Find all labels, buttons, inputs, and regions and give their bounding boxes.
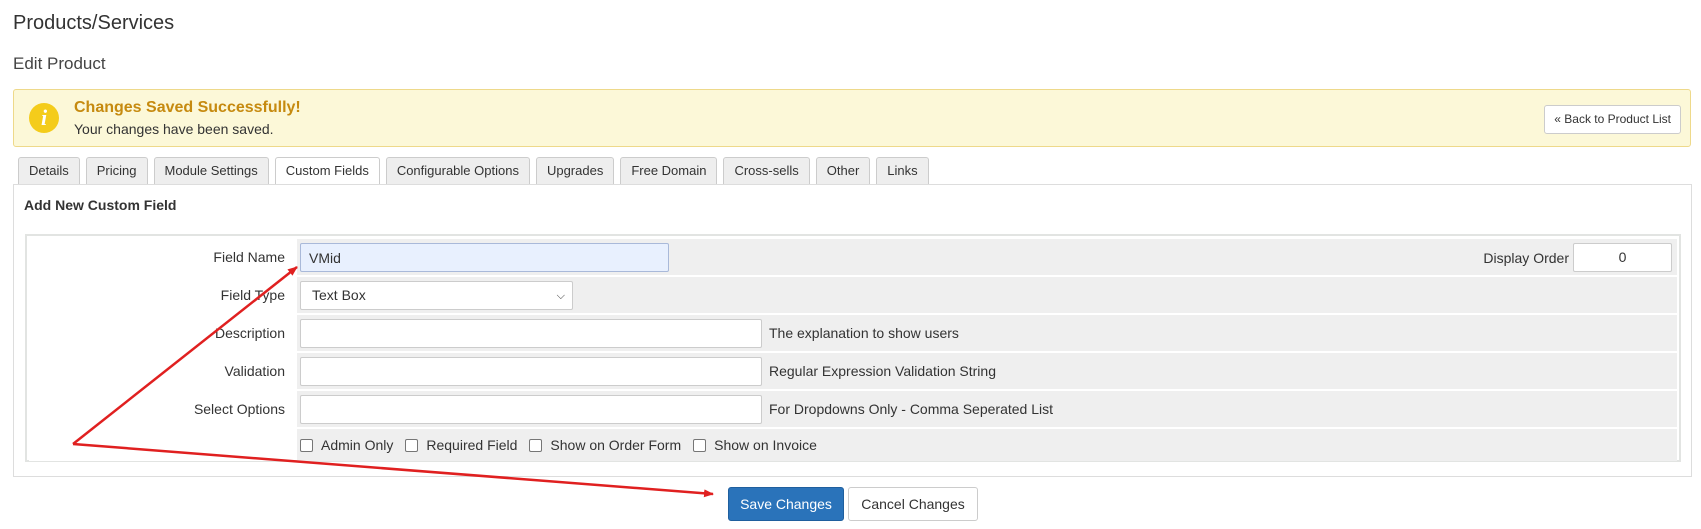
save-changes-button[interactable]: Save Changes <box>728 487 844 521</box>
tab-details[interactable]: Details <box>18 157 80 185</box>
cancel-changes-button[interactable]: Cancel Changes <box>848 487 978 521</box>
tab-pricing[interactable]: Pricing <box>85 157 148 185</box>
tab-other[interactable]: Other <box>815 157 871 185</box>
tab-upgrades[interactable]: Upgrades <box>535 157 615 185</box>
chevron-down-icon: ⌵ <box>556 290 565 302</box>
custom-field-form: Field Name Display Order 0 Field Type Te… <box>25 234 1681 462</box>
checkbox-icon[interactable] <box>693 438 707 452</box>
description-input[interactable] <box>300 319 762 348</box>
custom-fields-panel: Add New Custom Field Field Name Display … <box>13 184 1692 477</box>
alert-title: Changes Saved Successfully! <box>74 99 301 116</box>
show-on-order-form-checkbox[interactable]: Show on Order Form <box>529 437 681 453</box>
alert-message: Your changes have been saved. <box>74 121 274 137</box>
tab-custom-fields[interactable]: Custom Fields <box>274 157 380 186</box>
validation-input[interactable] <box>300 357 762 386</box>
required-field-label: Required Field <box>426 437 518 453</box>
validation-label: Validation <box>29 353 295 389</box>
tab-module-settings[interactable]: Module Settings <box>153 157 269 185</box>
info-icon: i <box>29 103 59 133</box>
show-on-order-form-label: Show on Order Form <box>550 437 682 453</box>
field-name-row: Field Name Display Order 0 <box>29 239 1677 275</box>
back-to-product-list-button[interactable]: « Back to Product List <box>1544 105 1681 134</box>
success-alert: i Changes Saved Successfully! Your chang… <box>13 89 1691 147</box>
section-title: Add New Custom Field <box>24 197 177 213</box>
description-row: Description The explanation to show user… <box>29 315 1677 351</box>
required-field-checkbox[interactable]: Required Field <box>405 437 517 453</box>
admin-only-checkbox[interactable]: Admin Only <box>300 437 393 453</box>
display-order-label: Display Order <box>1483 250 1569 266</box>
page-title: Products/Services <box>13 12 175 34</box>
tab-cross-sells[interactable]: Cross-sells <box>723 157 810 185</box>
display-order-input[interactable]: 0 <box>1573 243 1672 272</box>
field-type-value: Text Box <box>312 287 366 303</box>
select-options-row: Select Options For Dropdowns Only - Comm… <box>29 391 1677 427</box>
validation-row: Validation Regular Expression Validation… <box>29 353 1677 389</box>
page-subtitle: Edit Product <box>13 54 106 73</box>
show-on-invoice-label: Show on Invoice <box>714 437 817 453</box>
admin-only-label: Admin Only <box>321 437 394 453</box>
field-name-label: Field Name <box>29 239 295 275</box>
checkbox-row: Admin Only Required Field Show on Order … <box>29 429 1677 461</box>
field-type-row: Field Type Text Box ⌵ <box>29 277 1677 313</box>
select-options-hint: For Dropdowns Only - Comma Seperated Lis… <box>769 401 1053 417</box>
field-type-select[interactable]: Text Box ⌵ <box>300 281 573 310</box>
field-name-input[interactable] <box>300 243 669 272</box>
tab-configurable-options[interactable]: Configurable Options <box>385 157 530 185</box>
select-options-label: Select Options <box>29 391 295 427</box>
description-label: Description <box>29 315 295 351</box>
tab-links[interactable]: Links <box>876 157 929 185</box>
product-tabs: Details Pricing Module Settings Custom F… <box>18 157 929 186</box>
field-type-label: Field Type <box>29 277 295 313</box>
select-options-input[interactable] <box>300 395 762 424</box>
checkbox-icon[interactable] <box>529 438 543 452</box>
checkbox-icon[interactable] <box>405 438 419 452</box>
validation-hint: Regular Expression Validation String <box>769 363 996 379</box>
show-on-invoice-checkbox[interactable]: Show on Invoice <box>693 437 817 453</box>
description-hint: The explanation to show users <box>769 325 959 341</box>
checkbox-icon[interactable] <box>300 438 313 452</box>
tab-free-domain[interactable]: Free Domain <box>620 157 718 185</box>
